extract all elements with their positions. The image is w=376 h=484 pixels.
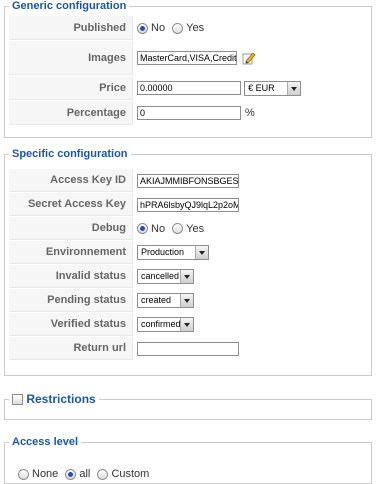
- environment-select-value: Production: [141, 247, 185, 257]
- invalid-status-value: cancelled: [141, 271, 180, 281]
- return-url-input[interactable]: [137, 341, 239, 356]
- return-url-label: Return url: [9, 337, 133, 360]
- generic-configuration-legend: Generic configuration: [12, 0, 127, 12]
- currency-select-value: € EUR: [248, 82, 275, 93]
- debug-yes-label: Yes: [186, 222, 205, 235]
- access-custom-radio[interactable]: [97, 468, 109, 480]
- pending-status-value: created: [141, 295, 172, 305]
- access-level-options: None all Custom: [18, 468, 153, 480]
- specific-configuration-legend: Specific configuration: [12, 148, 128, 160]
- access-level-legend: Access level: [12, 436, 79, 448]
- access-custom-label: Custom: [111, 468, 150, 481]
- percentage-input[interactable]: 0: [137, 106, 241, 120]
- access-key-label: Access Key ID: [9, 169, 133, 192]
- published-no-radio[interactable]: [137, 22, 148, 34]
- secret-key-label: Secret Access Key: [9, 193, 133, 216]
- pending-status-select[interactable]: created: [137, 293, 194, 308]
- access-none-radio[interactable]: [18, 468, 29, 480]
- published-yes-radio[interactable]: [172, 22, 184, 34]
- chevron-down-icon: [287, 81, 301, 95]
- percent-unit: %: [245, 107, 255, 119]
- secret-key-input[interactable]: hPRA6lsbyQJ9lqL2p2oML: [137, 197, 239, 212]
- invalid-status-label: Invalid status: [9, 265, 133, 288]
- debug-no-radio[interactable]: [137, 223, 148, 235]
- currency-select[interactable]: € EUR: [244, 80, 302, 96]
- restrictions-panel: Restrictions: [4, 392, 372, 420]
- chevron-down-icon: [180, 294, 193, 307]
- images-label: Images: [9, 41, 133, 75]
- restrictions-checkbox[interactable]: [12, 394, 23, 406]
- access-all-label: all: [79, 468, 91, 481]
- specific-configuration-table: Access Key ID AKIAJMMIBFONSBGESJU Secret…: [8, 168, 353, 361]
- edit-icon[interactable]: [242, 51, 256, 65]
- access-level-panel: Access level None all Custom: [4, 436, 372, 484]
- environment-select[interactable]: Production: [137, 245, 209, 260]
- environment-label: Environnement: [9, 241, 133, 264]
- pending-status-label: Pending status: [9, 289, 133, 312]
- access-all-radio[interactable]: [65, 468, 77, 480]
- restrictions-legend: Restrictions: [9, 392, 99, 406]
- chevron-down-icon: [195, 246, 208, 259]
- verified-status-value: confirmed: [141, 319, 181, 329]
- debug-yes-radio[interactable]: [172, 223, 184, 235]
- debug-no-label: No: [151, 222, 166, 235]
- published-yes-label: Yes: [186, 22, 205, 35]
- images-input[interactable]: MasterCard,VISA,Credit_c: [137, 51, 237, 65]
- invalid-status-select[interactable]: cancelled: [137, 269, 194, 284]
- chevron-down-icon: [180, 318, 193, 331]
- debug-label: Debug: [9, 217, 133, 240]
- published-no-label: No: [151, 22, 166, 35]
- price-label: Price: [9, 76, 133, 100]
- chevron-down-icon: [180, 270, 193, 283]
- percentage-label: Percentage: [9, 101, 133, 125]
- restrictions-label[interactable]: Restrictions: [26, 392, 95, 406]
- price-input[interactable]: 0.00000: [137, 81, 241, 95]
- verified-status-label: Verified status: [9, 313, 133, 336]
- published-label: Published: [9, 16, 133, 40]
- verified-status-select[interactable]: confirmed: [137, 317, 194, 332]
- generic-configuration-table: Published No Yes Images MasterCard,VISA,…: [8, 15, 353, 126]
- access-key-input[interactable]: AKIAJMMIBFONSBGESJU: [137, 173, 239, 188]
- access-none-label: None: [32, 468, 59, 481]
